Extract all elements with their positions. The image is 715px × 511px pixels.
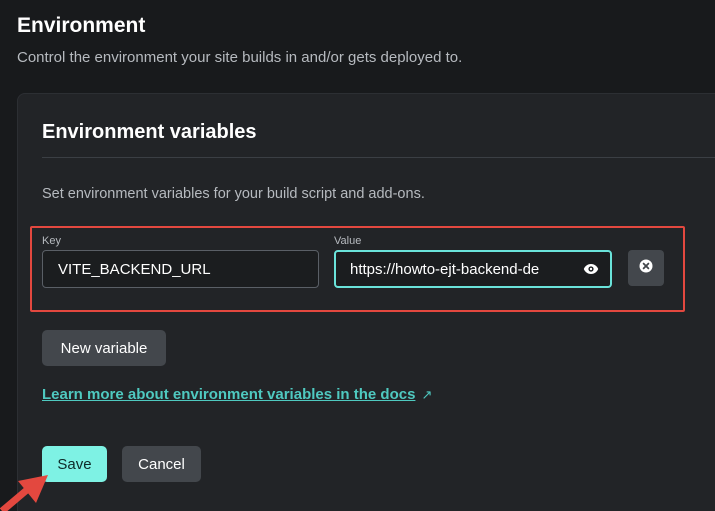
docs-link-label: Learn more about environment variables i… [42, 386, 416, 403]
eye-icon[interactable] [581, 260, 601, 278]
key-label: Key [42, 235, 61, 247]
close-circle-icon [639, 259, 653, 278]
arrow-icon [0, 475, 48, 511]
new-variable-button[interactable]: New variable [42, 330, 166, 366]
external-link-icon: ↗ [421, 387, 433, 402]
card-title: Environment variables [42, 121, 257, 143]
value-input-value: https://howto-ejt-backend-de [350, 260, 540, 278]
section-title: Environment [17, 14, 146, 37]
environment-variables-card: Environment variables Set environment va… [17, 93, 715, 511]
remove-variable-button[interactable] [628, 250, 664, 286]
card-description: Set environment variables for your build… [42, 186, 425, 202]
key-input[interactable]: VITE_BACKEND_URL [42, 250, 319, 288]
docs-link[interactable]: Learn more about environment variables i… [42, 386, 432, 403]
divider [42, 157, 715, 158]
key-input-value: VITE_BACKEND_URL [58, 260, 211, 278]
environment-settings-page: Environment Control the environment your… [0, 0, 715, 511]
cancel-button[interactable]: Cancel [122, 446, 201, 482]
section-description: Control the environment your site builds… [17, 49, 463, 66]
value-label: Value [334, 235, 362, 247]
value-input[interactable]: https://howto-ejt-backend-de [334, 250, 612, 288]
